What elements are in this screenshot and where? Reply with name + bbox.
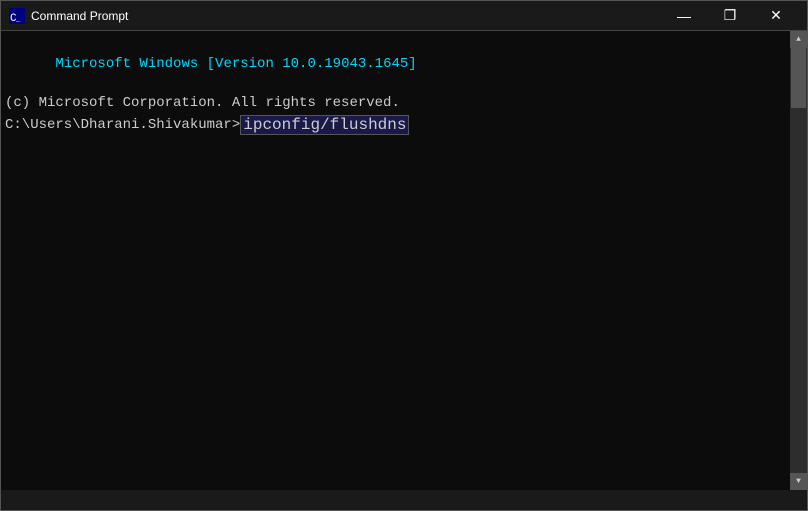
console-output: Microsoft Windows [Version 10.0.19043.16…	[5, 35, 803, 94]
scroll-up-button[interactable]: ▲	[790, 31, 807, 48]
cmd-icon: C _	[9, 8, 25, 24]
status-bar	[1, 490, 807, 510]
prompt-line: C:\Users\Dharani.Shivakumar>ipconfig/flu…	[5, 115, 803, 135]
copyright-line: (c) Microsoft Corporation. All rights re…	[5, 94, 803, 114]
command-text: ipconfig/flushdns	[240, 115, 409, 135]
cmd-window: C _ Command Prompt — ❐ ✕ Microsoft Windo…	[0, 0, 808, 511]
title-bar: C _ Command Prompt — ❐ ✕	[1, 1, 807, 31]
window-title: Command Prompt	[31, 9, 661, 23]
scrollbar[interactable]: ▲ ▼	[790, 31, 807, 490]
restore-button[interactable]: ❐	[707, 1, 753, 31]
windows-version-line: Microsoft Windows [Version 10.0.19043.16…	[55, 56, 416, 72]
close-button[interactable]: ✕	[753, 1, 799, 31]
window-controls: — ❐ ✕	[661, 1, 799, 31]
minimize-button[interactable]: —	[661, 1, 707, 31]
prompt-path: C:\Users\Dharani.Shivakumar>	[5, 117, 240, 133]
scroll-down-button[interactable]: ▼	[790, 473, 807, 490]
console-body[interactable]: Microsoft Windows [Version 10.0.19043.16…	[1, 31, 807, 490]
scrollbar-thumb[interactable]	[791, 48, 806, 108]
scrollbar-track[interactable]	[790, 48, 807, 473]
svg-text:_: _	[15, 16, 21, 24]
